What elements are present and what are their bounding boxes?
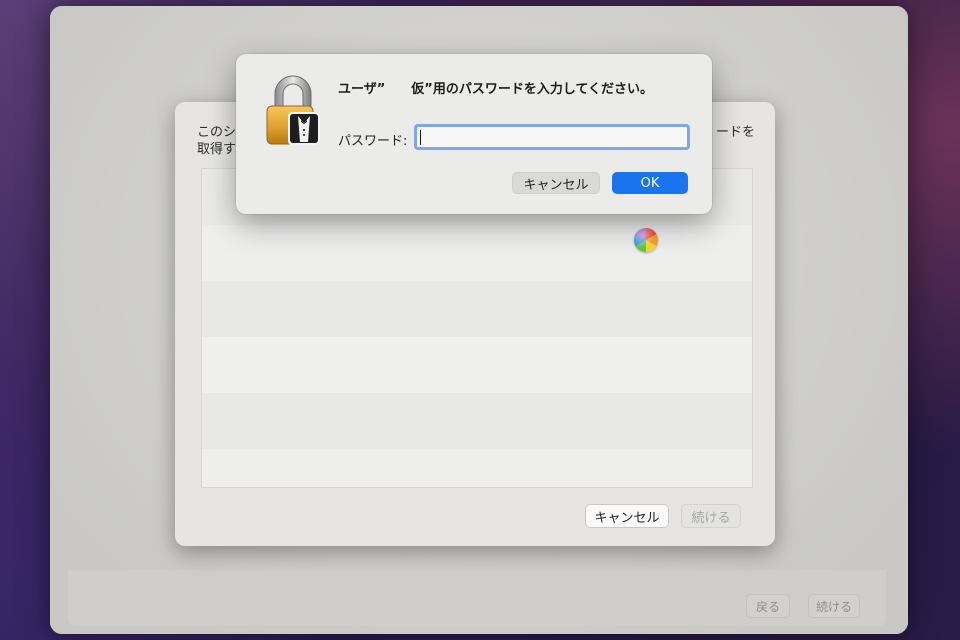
continue-button-main[interactable]: 続ける — [808, 594, 860, 618]
text-cursor — [420, 130, 421, 145]
sheet-text-line1-right: ードを — [715, 125, 755, 140]
sheet-cancel-button[interactable]: キャンセル — [585, 504, 669, 528]
source-list[interactable] — [201, 168, 753, 488]
password-field[interactable] — [414, 124, 690, 150]
busy-spinner-icon — [634, 228, 658, 252]
dialog-title: ユーザ” 仮”用のパスワードを入力してください。 — [338, 82, 654, 97]
password-label: パスワード: — [338, 134, 408, 149]
list-item[interactable] — [202, 337, 752, 393]
back-button[interactable]: 戻る — [746, 594, 790, 618]
list-item[interactable] — [202, 393, 752, 449]
list-item[interactable] — [202, 281, 752, 337]
list-item[interactable] — [202, 225, 752, 281]
ok-button[interactable]: OK — [612, 172, 688, 194]
dialog-cancel-button[interactable]: キャンセル — [512, 172, 600, 194]
list-item[interactable] — [202, 449, 752, 487]
sheet-continue-button[interactable]: 続ける — [681, 504, 741, 528]
lock-icon — [266, 75, 320, 145]
